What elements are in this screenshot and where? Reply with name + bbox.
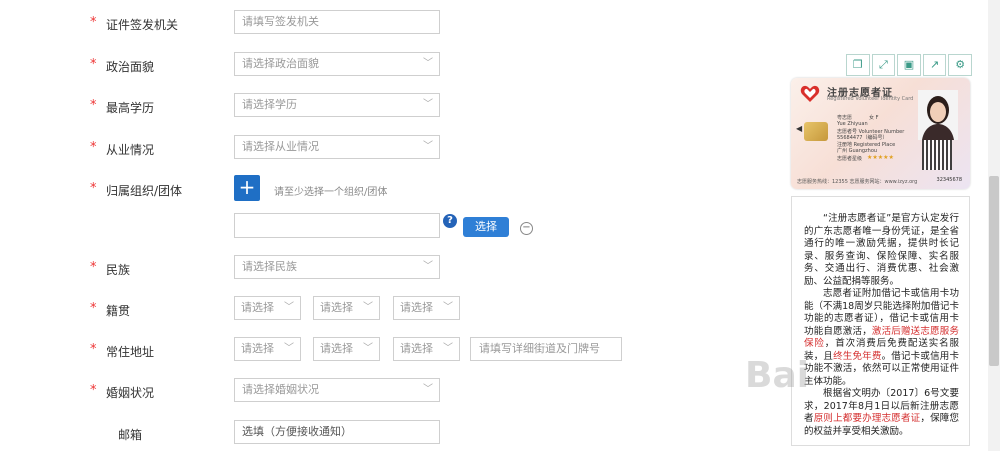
watermark: Bai [745, 355, 810, 396]
expand-icon[interactable]: ⤢ [871, 54, 896, 76]
info-paragraph-2: 志愿者证附加借记卡或信用卡功能（不满18周岁只能选择附加借记卡功能的志愿者证），… [804, 288, 959, 388]
chevron-down-icon: ﹀ [363, 302, 373, 313]
employment-label: 从业情况 [106, 143, 155, 157]
card-id-number: 32345678 [936, 177, 962, 183]
required-mark: * [90, 301, 97, 316]
card-photo [918, 90, 958, 140]
info-paragraph-3: 根据省文明办〔2017〕6号文要求，2017年8月1日以后新注册志愿者原则上都要… [804, 388, 959, 438]
political-status-label: 政治面貌 [106, 60, 155, 74]
education-value: 请选择学历 [242, 98, 297, 111]
required-mark: * [90, 140, 97, 155]
required-mark: * [90, 98, 97, 113]
card-place: 广州 Guangzhou [837, 148, 878, 154]
info-highlight: 终生免年费 [833, 350, 882, 362]
ethnicity-value: 请选择民族 [242, 260, 297, 273]
save-icon[interactable]: ▣ [897, 54, 921, 76]
qr-code-icon [922, 140, 952, 170]
chevron-down-icon: ﹀ [423, 141, 433, 152]
residence-district-select[interactable]: 请选择 ﹀ [393, 337, 460, 361]
residence-district-value: 请选择 [400, 342, 433, 355]
card-arrow-icon: ◀ [796, 124, 803, 133]
chevron-down-icon: ﹀ [443, 343, 453, 354]
native-province-value: 请选择 [241, 301, 274, 314]
required-mark: * [90, 15, 97, 30]
political-status-select[interactable]: 请选择政治面貌 ﹀ [234, 52, 440, 76]
chevron-down-icon: ﹀ [423, 99, 433, 110]
education-select[interactable]: 请选择学历 ﹀ [234, 93, 440, 117]
card-hotline: 志愿服务热线：12355 志愿服务网站：www.izyz.org [797, 179, 918, 185]
native-district-select[interactable]: 请选择 ﹀ [393, 296, 460, 320]
email-label: 邮箱 [118, 428, 143, 442]
native-district-value: 请选择 [400, 301, 433, 314]
chevron-down-icon: ﹀ [423, 261, 433, 272]
share-icon[interactable]: ↗ [922, 54, 947, 76]
required-mark: * [90, 342, 97, 357]
native-city-select[interactable]: 请选择 ﹀ [313, 296, 380, 320]
card-volunteer-number: 55684477（编码号） [837, 135, 888, 141]
residence-label: 常住地址 [106, 345, 155, 359]
chevron-down-icon: ﹀ [284, 343, 294, 354]
card-holder-name-en: Yue Zhiyuan [837, 121, 868, 127]
email-input[interactable]: 选填（方便接收通知） [234, 420, 440, 444]
heart-logo-icon [800, 85, 820, 102]
employment-select[interactable]: 请选择从业情况 ﹀ [234, 135, 440, 159]
issuing-authority-input[interactable]: 请填写签发机关 [234, 10, 440, 34]
card-toolbar: ❐ ⤢ ▣ ↗ ⚙ [846, 54, 972, 76]
settings-icon[interactable]: ⚙ [948, 54, 972, 76]
education-label: 最高学历 [106, 101, 155, 115]
required-mark: * [90, 383, 97, 398]
info-paragraph-1: “注册志愿者证”是官方认定发行的广东志愿者唯一身份凭证，是全省通行的唯一激励凭据… [804, 213, 959, 287]
scrollbar-thumb[interactable] [989, 176, 999, 366]
ethnicity-label: 民族 [106, 263, 131, 277]
employment-value: 请选择从业情况 [242, 140, 319, 153]
organization-input[interactable] [234, 213, 440, 238]
marital-label: 婚姻状况 [106, 386, 155, 400]
card-subtitle: Registered Volunteer Identity Card [827, 96, 914, 102]
residence-city-value: 请选择 [320, 342, 353, 355]
required-mark: * [90, 181, 97, 196]
ethnicity-select[interactable]: 请选择民族 ﹀ [234, 255, 440, 279]
street-address-input[interactable]: 请填写详细街道及门牌号 [470, 337, 622, 361]
chevron-down-icon: ﹀ [443, 302, 453, 313]
chevron-down-icon: ﹀ [363, 343, 373, 354]
chip-icon [804, 122, 828, 141]
chevron-down-icon: ﹀ [284, 302, 294, 313]
copy-icon[interactable]: ❐ [846, 54, 870, 76]
native-city-value: 请选择 [320, 301, 353, 314]
organization-label: 归属组织/团体 [106, 184, 183, 198]
add-organization-button[interactable]: + [234, 175, 260, 201]
select-organization-button[interactable]: 选择 [463, 217, 509, 237]
volunteer-card-image: 注册志愿者证 Registered Volunteer Identity Car… [791, 78, 970, 189]
political-status-value: 请选择政治面貌 [242, 57, 319, 70]
help-icon[interactable]: ? [443, 214, 457, 228]
issuing-authority-label: 证件签发机关 [106, 18, 179, 32]
marital-value: 请选择婚姻状况 [242, 383, 319, 396]
chevron-down-icon: ﹀ [423, 384, 433, 395]
organization-hint: 请至少选择一个组织/团体 [274, 187, 388, 198]
info-highlight: 原则上都要办理志愿者证 [813, 413, 921, 424]
native-province-select[interactable]: 请选择 ﹀ [234, 296, 301, 320]
required-mark: * [90, 260, 97, 275]
card-holder-name: 粤志愿 [837, 115, 853, 121]
marital-select[interactable]: 请选择婚姻状况 ﹀ [234, 378, 440, 402]
remove-organization-icon[interactable]: − [520, 222, 533, 235]
native-place-label: 籍贯 [106, 304, 131, 318]
card-holder-gender: 女 F [869, 115, 879, 121]
chevron-down-icon: ﹀ [423, 58, 433, 69]
residence-city-select[interactable]: 请选择 ﹀ [313, 337, 380, 361]
star-rating-icon: ★★★★★ [867, 154, 894, 161]
card-stars-label: 志愿者星级 [837, 156, 863, 162]
volunteer-card-info-panel: “注册志愿者证”是官方认定发行的广东志愿者唯一身份凭证，是全省通行的唯一激励凭据… [791, 196, 970, 446]
residence-province-value: 请选择 [241, 342, 274, 355]
required-mark: * [90, 57, 97, 72]
portrait-image [918, 90, 958, 140]
residence-province-select[interactable]: 请选择 ﹀ [234, 337, 301, 361]
